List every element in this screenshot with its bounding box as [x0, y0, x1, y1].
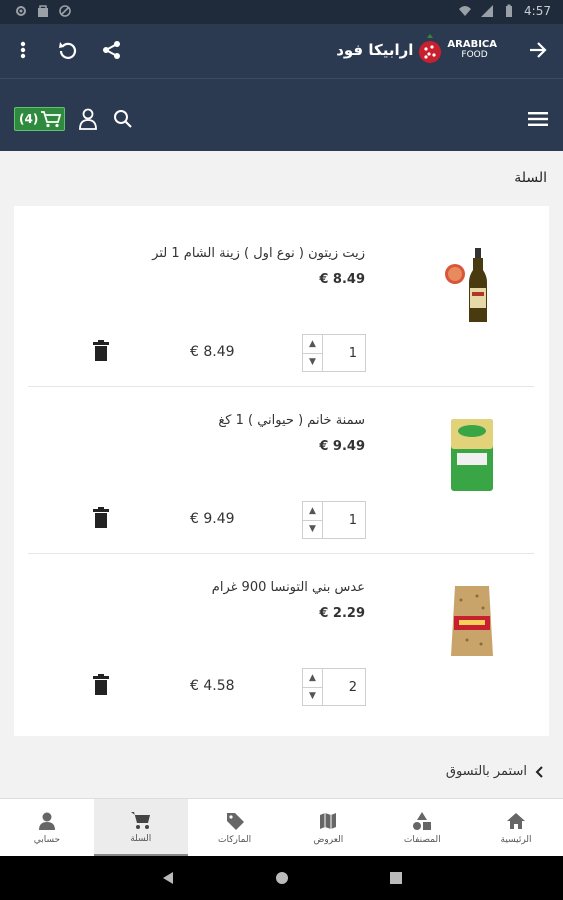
quantity-input[interactable]: 1 — [323, 502, 365, 538]
olive-oil-product-image[interactable] — [437, 246, 507, 326]
nav-item-offers[interactable]: العروض — [281, 799, 375, 856]
cart-item-price: € 8.49 — [319, 272, 365, 287]
nav-label: العروض — [313, 834, 344, 845]
system-navigation-bar — [0, 856, 563, 900]
cart-icon — [41, 111, 62, 128]
cart-item-line-total: € 4.58 — [190, 678, 235, 694]
delete-icon[interactable] — [92, 674, 110, 696]
recents-square-icon[interactable] — [389, 871, 403, 885]
quantity-increase-button[interactable]: ▲ — [303, 335, 322, 354]
nav-item-categories[interactable]: المصنفات — [375, 799, 469, 856]
cart-icon — [130, 811, 150, 829]
quantity-decrease-button[interactable]: ▼ — [303, 521, 322, 539]
search-icon[interactable] — [110, 106, 136, 132]
bottom-navigation: حسابي السلة الماركات العروض المصنفات الر… — [0, 798, 563, 856]
delete-icon[interactable] — [92, 340, 110, 362]
quantity-stepper[interactable]: ▲ ▼ 2 — [302, 668, 366, 706]
logo-english-text: ARABICA FOOD — [447, 39, 497, 61]
logo-en-line2: FOOD — [461, 50, 488, 60]
quantity-increase-button[interactable]: ▲ — [303, 502, 322, 521]
cart-item-line-total: € 9.49 — [190, 511, 235, 527]
cart-item: عدس بني التونسا 900 غرام € 2.29 ▲ ▼ 2 € … — [28, 550, 547, 716]
quantity-input[interactable]: 2 — [323, 669, 365, 705]
cart-item-price: € 2.29 — [319, 606, 365, 621]
shapes-icon — [413, 811, 432, 830]
home-circle-icon[interactable] — [275, 871, 289, 885]
cart-item: زيت زيتون ( نوع اول ) زينة الشام 1 لتر €… — [28, 216, 547, 382]
quantity-increase-button[interactable]: ▲ — [303, 669, 322, 688]
menu-icon[interactable] — [524, 106, 552, 132]
cart-item-name[interactable]: سمنة خانم ( حيواني ) 1 كغ — [218, 413, 365, 428]
person-icon — [38, 812, 55, 830]
map-icon — [320, 812, 337, 829]
arrow-forward-icon[interactable] — [524, 36, 552, 64]
nav-item-home[interactable]: الرئيسية — [469, 799, 563, 856]
quantity-decrease-button[interactable]: ▼ — [303, 354, 322, 372]
nav-item-cart[interactable]: السلة — [93, 799, 188, 856]
nav-label: المصنفات — [403, 834, 441, 845]
more-vert-icon[interactable] — [10, 36, 36, 64]
account-icon[interactable] — [76, 106, 100, 132]
status-bar: 4:57 — [0, 0, 563, 24]
page-title: السلة — [514, 170, 547, 186]
cart-item: سمنة خانم ( حيواني ) 1 كغ € 9.49 ▲ ▼ 1 €… — [28, 383, 547, 549]
cart-count-badge: (4) — [19, 112, 39, 126]
settings-icon — [16, 6, 26, 16]
home-icon — [507, 812, 526, 829]
cart-item-name[interactable]: عدس بني التونسا 900 غرام — [212, 580, 365, 595]
battery-icon — [506, 4, 513, 17]
pomegranate-logo-icon — [419, 34, 442, 63]
status-time: 4:57 — [524, 4, 551, 18]
continue-shopping-label: استمر بالتسوق — [445, 764, 527, 779]
ghee-product-image[interactable] — [437, 413, 507, 493]
header-cart-button[interactable]: (4) — [14, 107, 65, 131]
share-icon[interactable] — [98, 36, 126, 64]
chevron-left-icon — [535, 765, 543, 778]
nav-label: السلة — [130, 833, 152, 844]
nav-label: الرئيسية — [500, 834, 532, 845]
shopping-bag-icon — [38, 5, 48, 17]
delete-icon[interactable] — [92, 507, 110, 529]
logo-arabic-text: ارابيكا فود — [336, 41, 414, 59]
cart-card: زيت زيتون ( نوع اول ) زينة الشام 1 لتر €… — [14, 206, 549, 736]
cart-item-price: € 9.49 — [319, 439, 365, 454]
tag-icon — [226, 812, 244, 830]
nav-label: الماركات — [218, 834, 252, 845]
wifi-icon — [459, 6, 472, 16]
logo-en-line1: ARABICA — [447, 39, 497, 50]
quantity-stepper[interactable]: ▲ ▼ 1 — [302, 501, 366, 539]
brand-logo[interactable]: ارابيكا فود ARABICA FOOD — [336, 32, 497, 68]
block-icon — [59, 5, 71, 17]
nav-item-account[interactable]: حسابي — [0, 799, 94, 856]
signal-icon — [481, 5, 494, 17]
continue-shopping-link[interactable]: استمر بالتسوق — [446, 764, 543, 779]
back-triangle-icon[interactable] — [161, 871, 175, 885]
quantity-input[interactable]: 1 — [323, 335, 365, 371]
nav-item-brands[interactable]: الماركات — [188, 799, 282, 856]
quantity-decrease-button[interactable]: ▼ — [303, 688, 322, 706]
quantity-stepper[interactable]: ▲ ▼ 1 — [302, 334, 366, 372]
nav-label: حسابي — [33, 834, 61, 845]
refresh-icon[interactable] — [54, 36, 82, 64]
cart-item-line-total: € 8.49 — [190, 344, 235, 360]
lentils-product-image[interactable] — [437, 580, 507, 660]
cart-item-name[interactable]: زيت زيتون ( نوع اول ) زينة الشام 1 لتر — [152, 246, 365, 261]
